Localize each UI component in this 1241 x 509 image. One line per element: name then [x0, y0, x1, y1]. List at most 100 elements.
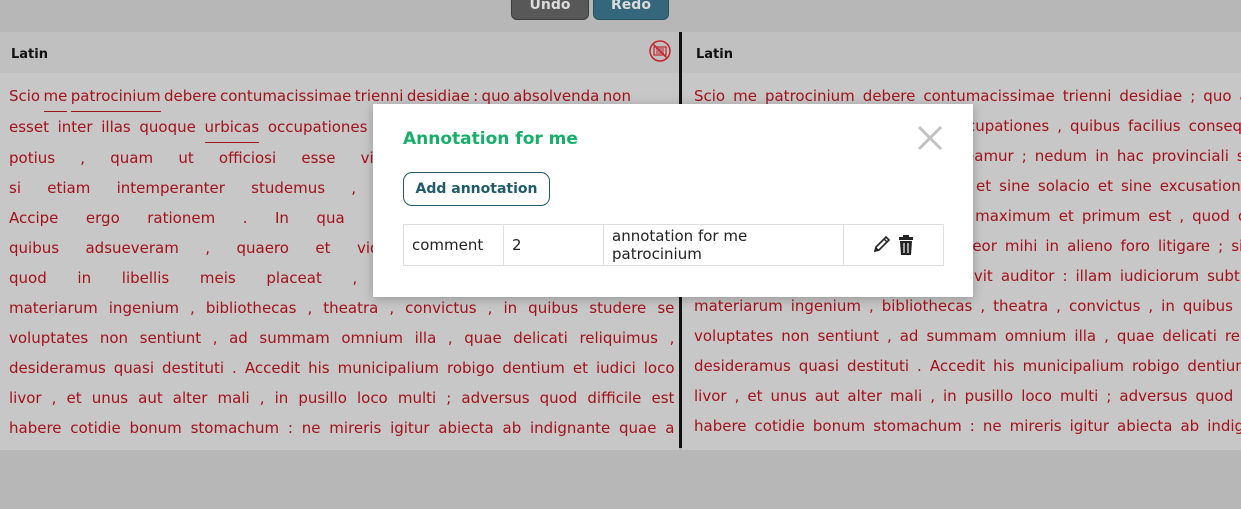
text-token[interactable]: adsueveram [85, 233, 178, 263]
text-token[interactable]: voluptates [694, 321, 773, 351]
text-token[interactable]: bonum [813, 411, 865, 441]
text-token[interactable]: quibus [1070, 111, 1120, 141]
text-token[interactable]: delicati [513, 323, 568, 353]
text-token[interactable]: loco [1021, 381, 1052, 411]
text-token[interactable]: iudiciorum [1120, 261, 1199, 291]
text-token[interactable]: municipalium [1023, 351, 1124, 381]
text-token[interactable]: : [288, 413, 293, 443]
text-token[interactable]: dentium [502, 353, 564, 383]
text-token[interactable]: livor [694, 381, 727, 411]
text-token[interactable]: his [993, 351, 1015, 381]
hide-text-icon[interactable] [649, 40, 671, 62]
text-token[interactable]: , [213, 323, 218, 353]
text-token[interactable]: , [1104, 321, 1109, 351]
text-token[interactable]: ad [900, 321, 919, 351]
text-token[interactable]: , [448, 323, 453, 353]
text-token[interactable]: quaero [236, 233, 288, 263]
text-token[interactable]: si [1231, 231, 1241, 261]
text-token[interactable]: convictus [1069, 291, 1140, 321]
text-token[interactable]: in [943, 381, 957, 411]
text-token[interactable]: theatra [993, 291, 1048, 321]
text-token[interactable]: sentiunt [140, 323, 202, 353]
text-token[interactable]: aut [815, 381, 840, 411]
text-token[interactable]: illa [415, 323, 437, 353]
text-token[interactable]: unus [770, 381, 806, 411]
text-token[interactable]: cotidie [755, 411, 805, 441]
text-token[interactable]: ; [446, 383, 451, 413]
text-token[interactable]: , [190, 293, 195, 323]
text-token[interactable]: inter [58, 112, 93, 143]
text-token[interactable]: excusatione [1160, 171, 1241, 201]
text-token[interactable]: , [930, 381, 935, 411]
text-token[interactable]: cotidie [70, 413, 120, 443]
text-token[interactable]: sine [1121, 171, 1152, 201]
text-token[interactable]: In [275, 203, 289, 233]
text-token[interactable]: Accedit [245, 353, 300, 383]
text-token[interactable]: in [77, 263, 91, 293]
text-token[interactable]: ab [1180, 411, 1199, 441]
text-token[interactable]: quibus [528, 293, 578, 323]
text-token[interactable]: omnium [341, 323, 403, 353]
text-token[interactable]: non [781, 321, 809, 351]
text-token[interactable]: quod [1196, 381, 1234, 411]
text-token[interactable]: consequimur [1189, 111, 1241, 141]
text-token[interactable]: quibus [9, 233, 59, 263]
text-token[interactable]: est [1148, 201, 1171, 231]
text-token[interactable]: convictus [405, 293, 476, 323]
text-token[interactable]: theatra [323, 293, 378, 323]
text-token[interactable]: hac [1117, 141, 1144, 171]
text-token[interactable]: , [488, 293, 493, 323]
text-token[interactable]: desideramus [694, 351, 791, 381]
text-token[interactable]: alter [173, 383, 208, 413]
text-token[interactable]: , [260, 383, 265, 413]
text-token[interactable]: se [657, 293, 674, 323]
text-token[interactable]: in [275, 383, 289, 413]
text-token[interactable]: placeat [266, 263, 321, 293]
text-token[interactable]: quam [110, 143, 153, 173]
text-token[interactable]: mali [890, 381, 922, 411]
text-token[interactable]: auditor [1001, 261, 1055, 291]
text-token[interactable]: si [9, 173, 21, 203]
text-token[interactable]: ad [229, 323, 248, 353]
text-token[interactable]: : [970, 411, 975, 441]
text-token[interactable]: , [351, 173, 356, 203]
text-token[interactable]: illas [101, 112, 131, 143]
text-token[interactable]: studere [589, 293, 646, 323]
text-token[interactable]: ; [1190, 81, 1195, 111]
text-token[interactable]: a [665, 413, 674, 443]
text-token[interactable]: et [1059, 201, 1074, 231]
add-annotation-button[interactable]: Add annotation [403, 172, 550, 206]
text-token[interactable]: ; [1022, 141, 1027, 171]
text-token[interactable]: trienni [1063, 81, 1112, 111]
text-token[interactable]: . [243, 203, 248, 233]
text-token[interactable]: indignante [530, 413, 610, 443]
text-token[interactable]: provinciali [1152, 141, 1229, 171]
text-token[interactable]: , [80, 143, 85, 173]
text-token[interactable]: bonum [129, 413, 181, 443]
text-token[interactable]: , [1057, 111, 1062, 141]
text-token[interactable]: : [1062, 261, 1067, 291]
text-token[interactable]: delicati [1162, 321, 1217, 351]
text-token[interactable]: indignante [1207, 411, 1241, 441]
text-token[interactable]: et [315, 233, 330, 263]
text-token[interactable]: robigo [1132, 351, 1179, 381]
text-token[interactable]: aut [138, 383, 163, 413]
text-token[interactable]: et [573, 353, 588, 383]
text-token[interactable]: quo [1203, 81, 1231, 111]
text-token[interactable]: libellis [122, 263, 169, 293]
text-token[interactable]: esset [9, 112, 49, 143]
close-icon[interactable] [916, 124, 944, 152]
text-token[interactable]: illa [1074, 321, 1096, 351]
text-token[interactable]: adversus [1119, 381, 1187, 411]
text-token[interactable]: reliquimus [579, 323, 658, 353]
text-token[interactable]: pusillo [965, 381, 1014, 411]
text-token[interactable]: maximum [975, 201, 1051, 231]
text-token[interactable]: qua [316, 203, 344, 233]
text-token[interactable]: multi [398, 383, 436, 413]
text-token[interactable]: robigo [447, 353, 494, 383]
text-token[interactable]: quasi [799, 351, 839, 381]
text-token[interactable]: studemus [251, 173, 325, 203]
text-token[interactable]: destituti [847, 351, 909, 381]
text-token[interactable]: unus [92, 383, 128, 413]
text-token[interactable]: ergo [86, 203, 120, 233]
